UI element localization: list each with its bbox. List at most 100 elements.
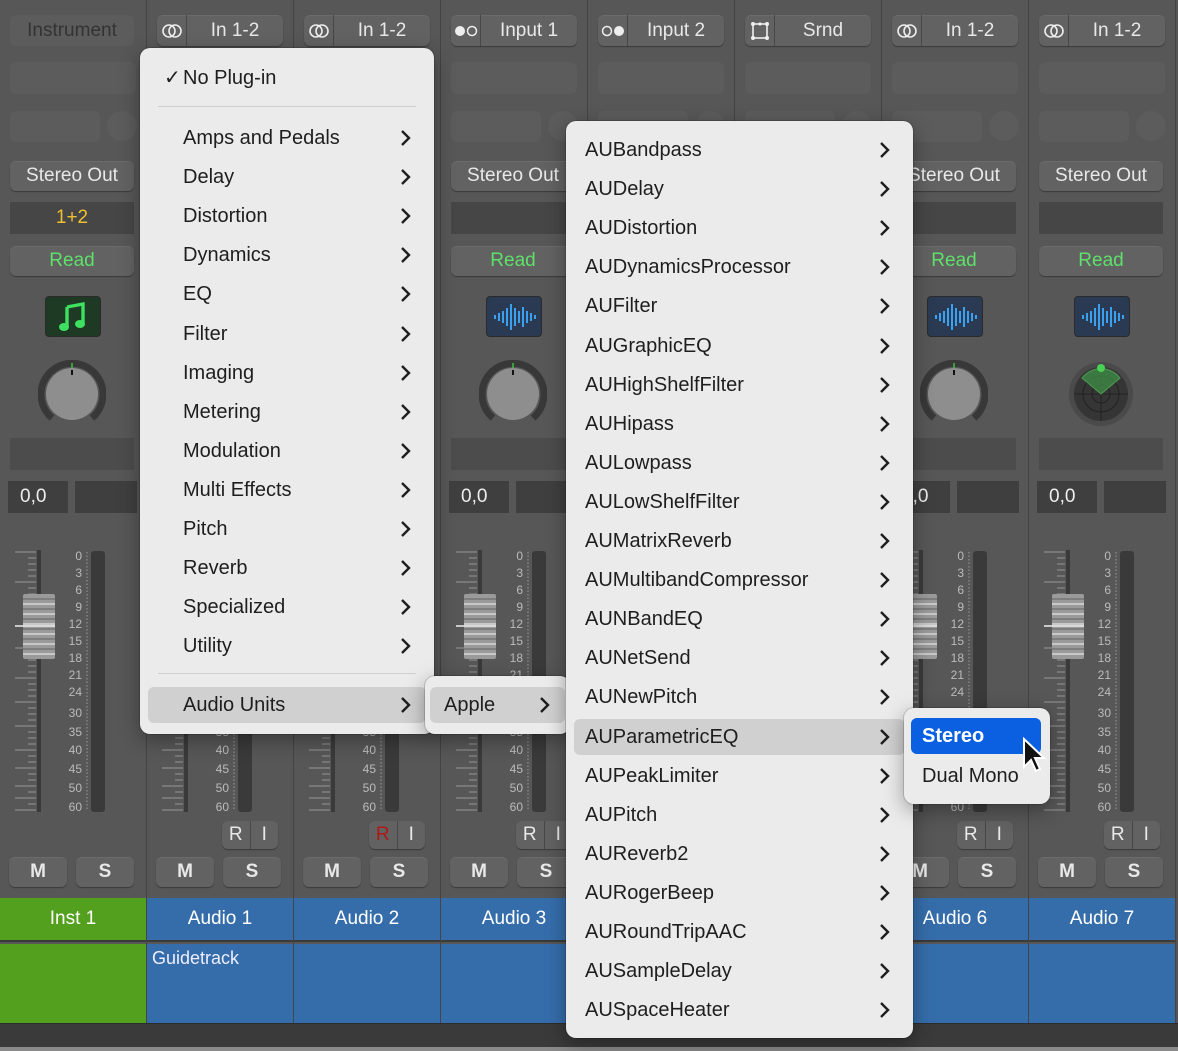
record-enable-button[interactable]: R xyxy=(1104,821,1133,849)
mute-button[interactable]: M xyxy=(1038,857,1096,887)
automation-mode-button[interactable]: Read xyxy=(10,246,134,276)
send-level-knob[interactable] xyxy=(989,111,1019,141)
menu-item-audio-unit[interactable]: AUBandpass xyxy=(574,132,905,168)
menu-item-category[interactable]: Modulation xyxy=(148,433,426,469)
volume-fader[interactable]: 0 3 6 9 12 15 18 21 24 30 35 40 45 50 60 xyxy=(12,548,137,814)
record-enable-button[interactable]: R xyxy=(222,821,251,849)
track-region[interactable] xyxy=(1029,944,1175,1023)
track-region[interactable] xyxy=(294,944,440,1023)
menu-item-audio-unit[interactable]: AUPitch xyxy=(574,797,905,833)
input-monitoring-button[interactable]: I xyxy=(398,821,426,849)
menu-item-audio-unit[interactable]: AURogerBeep xyxy=(574,875,905,911)
input-button[interactable]: Srnd xyxy=(745,15,871,46)
menu-item-audio-unit[interactable]: AUPeakLimiter xyxy=(574,758,905,794)
record-enable-button[interactable]: R xyxy=(369,821,398,849)
menu-item-category[interactable]: Metering xyxy=(148,394,426,430)
pan-knob[interactable] xyxy=(919,359,989,428)
output-button[interactable]: Stereo Out xyxy=(10,161,134,191)
menu-item-no-plugin[interactable]: ✓ No Plug-in xyxy=(148,60,426,96)
menu-item-audio-unit[interactable]: AULowpass xyxy=(574,445,905,481)
input-button[interactable]: In 1-2 xyxy=(1039,15,1165,46)
input-button[interactable]: In 1-2 xyxy=(892,15,1018,46)
menu-item-category[interactable]: Specialized xyxy=(148,589,426,625)
track-region[interactable]: Guidetrack xyxy=(147,944,293,1023)
menu-item-category[interactable]: Utility xyxy=(148,628,426,664)
menu-item-category[interactable]: Amps and Pedals xyxy=(148,120,426,156)
audio-fx-slot[interactable] xyxy=(598,62,724,94)
mute-button[interactable]: M xyxy=(9,857,67,887)
audio-fx-slot[interactable] xyxy=(745,62,871,94)
menu-item-category[interactable]: Pitch xyxy=(148,511,426,547)
menu-item-category[interactable]: Filter xyxy=(148,316,426,352)
menu-item-audio-unit[interactable]: AUMultibandCompressor xyxy=(574,562,905,598)
record-enable-button[interactable]: R xyxy=(516,821,545,849)
output-button[interactable]: Stereo Out xyxy=(1039,161,1163,191)
peak-readout[interactable] xyxy=(957,481,1019,513)
menu-item-audio-unit[interactable]: AUFilter xyxy=(574,288,905,324)
input-button[interactable]: In 1-2 xyxy=(157,15,283,46)
volume-readout[interactable]: 0,0 xyxy=(1037,481,1097,513)
send-slot[interactable] xyxy=(1039,111,1129,142)
menu-item-audio-unit[interactable]: AUNewPitch xyxy=(574,679,905,715)
audio-fx-slot[interactable] xyxy=(892,62,1018,94)
menu-item-audio-unit[interactable]: AUNetSend xyxy=(574,640,905,676)
input-button[interactable]: In 1-2 xyxy=(304,15,430,46)
menu-item-audio-unit[interactable]: AUGraphicEQ xyxy=(574,328,905,364)
solo-button[interactable]: S xyxy=(1105,857,1163,887)
volume-readout[interactable]: 0,0 xyxy=(8,481,68,513)
menu-item-audio-unit[interactable]: AUDistortion xyxy=(574,210,905,246)
record-enable-button[interactable]: R xyxy=(957,821,986,849)
music-note-icon[interactable] xyxy=(45,296,101,337)
menu-item-category[interactable]: Multi Effects xyxy=(148,472,426,508)
track-name[interactable]: Audio 1 xyxy=(147,898,293,942)
eq-display[interactable] xyxy=(1039,438,1163,470)
track-name[interactable]: Audio 2 xyxy=(294,898,440,942)
menu-item-audio-unit[interactable]: AUNBandEQ xyxy=(574,601,905,637)
solo-button[interactable]: S xyxy=(370,857,428,887)
send-slot[interactable] xyxy=(10,111,100,142)
track-name[interactable]: Inst 1 xyxy=(0,898,146,942)
audio-fx-slot[interactable] xyxy=(451,62,577,94)
pan-knob[interactable] xyxy=(478,359,548,428)
input-monitoring-button[interactable]: I xyxy=(251,821,279,849)
menu-item-category[interactable]: Reverb xyxy=(148,550,426,586)
input-button[interactable]: Input 1 xyxy=(451,15,577,46)
menu-item-audio-unit[interactable]: AUHighShelfFilter xyxy=(574,367,905,403)
send-level-knob[interactable] xyxy=(1136,111,1166,141)
send-slot[interactable] xyxy=(451,111,541,142)
menu-item-audio-unit[interactable]: AUMatrixReverb xyxy=(574,523,905,559)
group-slot[interactable] xyxy=(451,202,575,234)
waveform-icon[interactable] xyxy=(927,296,983,337)
output-button[interactable]: Stereo Out xyxy=(451,161,575,191)
automation-mode-button[interactable]: Read xyxy=(1039,246,1163,276)
menu-item-audio-unit[interactable]: AUParametricEQ xyxy=(574,718,905,755)
menu-item-audio-unit[interactable]: AULowShelfFilter xyxy=(574,484,905,520)
track-region[interactable] xyxy=(0,944,146,1023)
menu-item-category[interactable]: Delay xyxy=(148,159,426,195)
solo-button[interactable]: S xyxy=(223,857,281,887)
eq-display[interactable] xyxy=(451,438,575,470)
waveform-icon[interactable] xyxy=(486,296,542,337)
menu-item-category[interactable]: EQ xyxy=(148,276,426,312)
menu-item-audio-unit[interactable]: AUSampleDelay xyxy=(574,953,905,989)
menu-item-audio-unit[interactable]: AUReverb2 xyxy=(574,836,905,872)
mute-button[interactable]: M xyxy=(156,857,214,887)
menu-item-audio-unit[interactable]: AUHipass xyxy=(574,406,905,442)
menu-item-audio-unit[interactable]: AUDynamicsProcessor xyxy=(574,249,905,285)
menu-item-apple[interactable]: Apple xyxy=(430,687,565,723)
input-monitoring-button[interactable]: I xyxy=(1133,821,1161,849)
solo-button[interactable]: S xyxy=(958,857,1016,887)
automation-mode-button[interactable]: Read xyxy=(451,246,575,276)
pan-knob[interactable] xyxy=(37,359,107,428)
menu-item-audio-units[interactable]: Audio Units xyxy=(148,687,426,723)
group-slot[interactable] xyxy=(1039,202,1163,234)
volume-fader[interactable]: 0 3 6 9 12 15 18 21 24 30 35 40 45 50 60 xyxy=(1041,548,1166,814)
instrument-slot[interactable]: Instrument xyxy=(10,15,134,46)
menu-item-audio-unit[interactable]: AURoundTripAAC xyxy=(574,914,905,950)
input-button[interactable]: Input 2 xyxy=(598,15,724,46)
audio-fx-slot[interactable] xyxy=(1039,62,1165,94)
track-name[interactable]: Audio 7 xyxy=(1029,898,1175,942)
peak-readout[interactable] xyxy=(75,481,137,513)
mute-button[interactable]: M xyxy=(303,857,361,887)
volume-readout[interactable]: 0,0 xyxy=(449,481,509,513)
